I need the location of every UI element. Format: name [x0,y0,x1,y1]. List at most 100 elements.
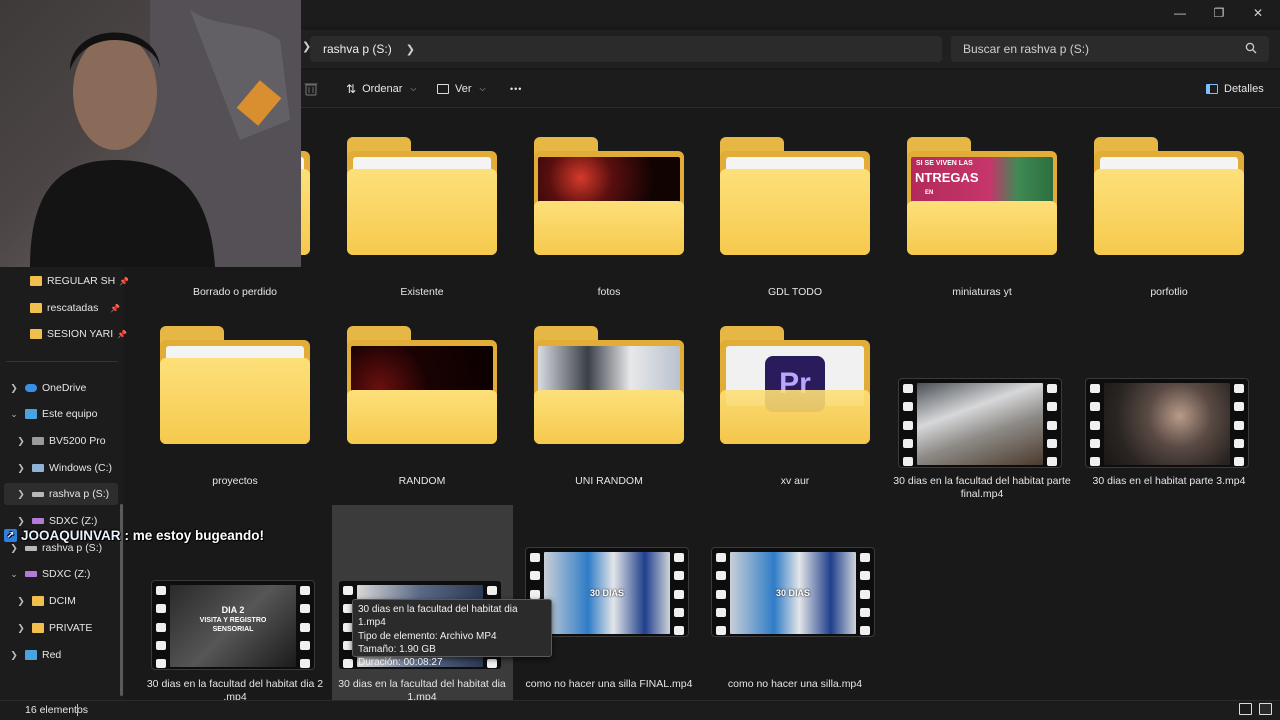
chat-badge-icon: ↗ [4,529,17,542]
item-name: 30 dias en la facultad del habitat dia 2… [146,678,324,700]
video-thumbnail[interactable] [1085,378,1249,468]
folder-icon[interactable] [347,137,497,255]
sd-card-icon [32,518,44,524]
item-name: Existente [400,286,444,298]
item-name: Borrado o perdido [192,286,278,298]
item-name: fotos [597,286,621,298]
thumbnail-text: SENSORIAL [212,626,254,633]
stream-chat-message: ↗ JOOAQUINVAR : me estoy bugeando! [4,528,264,543]
minimize-icon[interactable]: — [1160,0,1200,26]
status-divider [77,704,78,716]
sidebar-item-label: BV5200 Pro [49,435,106,447]
chevron-right-icon[interactable]: ❯ [16,489,26,500]
details-label: Detalles [1224,83,1264,95]
video-thumbnail[interactable]: 30 DIAS [711,547,875,637]
large-icons-view-icon[interactable] [1259,703,1272,715]
sidebar-item-private[interactable]: ❯ PRIVATE [16,617,92,639]
sidebar-item-label: SDXC (Z:) [42,568,91,580]
search-icon[interactable] [1245,42,1257,54]
thumbnail-text: EN [925,190,934,196]
folder-icon [32,623,44,633]
breadcrumb-chevron-icon[interactable]: ❯ [406,43,415,56]
folder-icon[interactable] [720,137,870,255]
thumbnail-text: NTREGAS [915,170,979,185]
folder-icon[interactable]: Pr [720,326,870,444]
chevron-right-icon[interactable]: ❯ [9,383,19,394]
view-button[interactable]: Ver ⌵ [437,82,486,96]
sort-icon: ⇅ [346,82,357,96]
chevron-right-icon[interactable]: ❯ [16,516,26,527]
sidebar-divider [6,361,118,362]
thumbnail-text: 30 DIAS [589,588,624,598]
details-icon [1206,84,1218,94]
item-name: miniaturas yt [952,286,1012,298]
chevron-down-icon[interactable]: ⌄ [9,409,19,420]
chevron-right-icon[interactable]: ❯ [16,463,26,474]
folder-icon[interactable] [534,137,684,255]
sidebar-item-sesion-yari[interactable]: SESION YARI 📌 [30,323,127,345]
sort-button[interactable]: ⇅ Ordenar ⌵ [346,82,417,96]
device-icon [32,437,44,445]
chat-username: JOOAQUINVAR [21,528,121,543]
tooltip-type: Tipo de elemento: Archivo MP4 [358,630,497,642]
sidebar-item-label: Windows (C:) [49,462,113,474]
folder-icon [32,596,44,606]
chevron-down-icon: ⌵ [479,84,486,93]
sidebar-item-regular-sh[interactable]: REGULAR SH 📌 [30,270,129,292]
search-input[interactable]: Buscar en rashva p (S:) [951,36,1269,62]
more-options-button[interactable]: ••• [510,82,522,96]
sidebar-item-rashva-p[interactable]: ❯ rashva p (S:) [4,483,118,505]
sidebar-item-rescatadas[interactable]: rescatadas 📌 [30,297,120,319]
chat-text: : me estoy bugeando! [124,528,265,543]
sidebar-item-dcim[interactable]: ❯ DCIM [16,590,76,612]
folder-icon[interactable] [534,326,684,444]
restore-icon[interactable]: ❐ [1199,0,1239,26]
chevron-right-icon[interactable]: ❯ [9,650,19,661]
search-placeholder: Buscar en rashva p (S:) [963,42,1090,56]
sidebar-item-label: REGULAR SH [47,275,116,287]
chevron-right-icon[interactable]: ❯ [9,543,19,554]
status-bar [0,700,1280,720]
drive-icon [32,464,44,472]
item-name: GDL TODO [767,286,823,298]
item-name: 30 dias en la facultad del habitat parte… [893,475,1071,500]
chevron-right-icon[interactable]: ❯ [16,596,26,607]
pin-icon: 📌 [117,329,128,339]
video-thumbnail[interactable]: DIA 2 VISITA Y REGISTRO SENSORIAL [151,580,315,670]
sidebar-item-label: Red [42,649,62,661]
chevron-down-icon[interactable]: ⌄ [9,569,19,580]
sd-card-icon [25,571,37,577]
sort-label: Ordenar [362,83,403,95]
cloud-icon [25,384,37,392]
network-icon [25,650,37,660]
sidebar-item-label: OneDrive [42,382,87,394]
sidebar-item-onedrive[interactable]: ❯ OneDrive [9,377,86,399]
details-view-icon[interactable] [1239,703,1252,715]
folder-icon[interactable] [347,326,497,444]
item-name: como no hacer una silla FINAL.mp4 [525,678,693,690]
sidebar-item-label: SDXC (Z:) [49,515,98,527]
sidebar-item-label: rescatadas [47,302,99,314]
sidebar-item-bv5200[interactable]: ❯ BV5200 Pro [16,430,106,452]
tooltip-size: Tamaño: 1.90 GB [358,643,436,655]
folder-icon[interactable]: SI SE VIVEN LAS NTREGAS EN [907,137,1057,255]
delete-icon[interactable] [304,81,318,96]
breadcrumb[interactable]: rashva p (S:) ❯ [310,36,942,62]
folder-icon[interactable] [1094,137,1244,255]
breadcrumb-location[interactable]: rashva p (S:) [323,42,392,56]
folder-icon[interactable] [160,326,310,444]
sidebar-item-sdxc-z-root[interactable]: ⌄ SDXC (Z:) [9,563,90,585]
chevron-right-icon[interactable]: ❯ [16,436,26,447]
folder-icon [30,303,42,313]
sidebar-item-label: SESION YARI [47,328,114,340]
video-thumbnail[interactable] [898,378,1062,468]
drive-icon [25,545,37,551]
chevron-down-icon: ⌵ [410,84,417,93]
sidebar-item-este-equipo[interactable]: ⌄ Este equipo [9,403,97,425]
view-label: Ver [455,83,472,95]
sidebar-item-windows-c[interactable]: ❯ Windows (C:) [16,457,112,479]
chevron-right-icon[interactable]: ❯ [16,623,26,634]
close-icon[interactable]: ✕ [1238,0,1278,26]
sidebar-item-red[interactable]: ❯ Red [9,644,61,666]
details-pane-button[interactable]: Detalles [1206,82,1264,96]
